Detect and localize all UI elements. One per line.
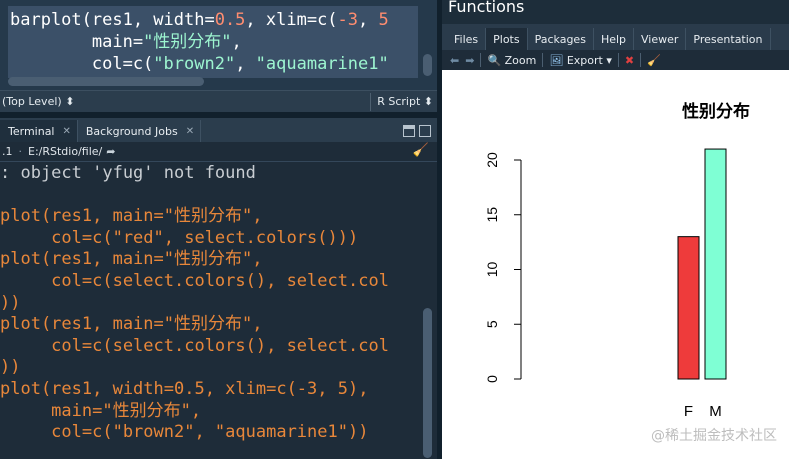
console-line: plot(res1, main="性别分布", [0,314,263,335]
goto-directory-icon[interactable]: ➦ [106,145,115,158]
editor-horizontal-scrollbar[interactable] [8,77,204,86]
file-type-selector[interactable]: R Script ⬍ [370,92,433,111]
toolbar-separator [640,53,642,67]
tab-files[interactable]: Files [447,28,487,50]
code-token: "brown2" [153,54,236,74]
watermark: @稀土掘金技术社区 [651,428,777,444]
y-tick-label: 20 [484,152,500,168]
toolbar-separator [617,53,619,67]
code-token: col=c( [10,54,154,74]
forward-arrow-icon[interactable]: ➡ [465,54,474,67]
console-line: col=c("red", select.colors())) [0,227,359,248]
r-version: .1 [2,145,13,158]
x-tick-label: M [709,403,722,420]
code-token: , [235,54,256,74]
code-token: -3 [337,10,359,30]
tab-background-jobs[interactable]: Background Jobs ✕ [78,120,202,142]
y-tick-label: 0 [484,375,500,383]
console-line: main="性别分布", [0,400,202,421]
working-directory: E:/RStdio/file/ [28,145,103,158]
dot-separator: · [18,145,23,158]
console-tabbar: Terminal ✕ Background Jobs ✕ [0,118,437,142]
code-token: barplot(res1, width= [10,10,215,30]
code-token: , [231,32,242,52]
plots-toolbar: ⬅ ➡ 🔍 Zoom 🖼 Export ▾ ✖ 🧹 [442,50,789,70]
maximize-pane-icon[interactable] [419,125,431,137]
rstudio-window: barplot(res1, width=0.5, xlim=c(-3, 5 ma… [0,0,789,459]
code-token: 5 [378,10,389,30]
file-type-label: R Script [377,95,421,108]
console-path-bar: .1 · E:/RStdio/file/ ➦ 🧹 [0,142,437,162]
console-line: plot(res1, main="性别分布", [0,206,263,227]
editor-statusbar: (Top Level) ⬍ R Script ⬍ [0,90,437,112]
zoom-label: Zoom [504,53,537,67]
console-line: plot(res1, width=0.5, xlim=c(-3, 5), [0,378,369,399]
bar-M [704,148,727,380]
plot-area: 性别分布 0 5 10 15 20 F M [442,70,789,459]
code-line[interactable]: main="性别分布", [10,31,389,53]
code-token: main= [10,32,144,52]
code-token: , xlim=c( [245,10,338,30]
code-line[interactable]: barplot(res1, width=0.5, xlim=c(-3, 5 [10,9,389,31]
close-icon[interactable]: ✕ [186,126,194,137]
code-token: "aquamarine1" [255,54,389,74]
clear-console-icon[interactable]: 🧹 [413,143,429,158]
tab-label: Background Jobs [85,124,178,138]
console-line: col=c(select.colors(), select.col [0,270,389,291]
pane-buttons [403,120,437,142]
console-line: )) [0,292,21,313]
code-token: , [358,10,379,30]
toolbar-separator [542,53,544,67]
clear-plots-icon[interactable]: 🧹 [647,54,661,67]
right-pane: Functions Files Plots Packages Help View… [442,0,789,459]
console-line: : object 'yfug' not found [0,163,256,183]
console-scrollbar[interactable] [423,308,432,458]
functions-header: Functions [442,0,789,24]
chart-title: 性别分布 [682,101,750,122]
plots-tabbar: Files Plots Packages Help Viewer Present… [442,24,789,50]
console-output[interactable]: : object 'yfug' not found plot(res1, mai… [0,163,420,459]
tab-help[interactable]: Help [594,28,635,50]
tab-packages[interactable]: Packages [528,28,594,50]
scope-label: (Top Level) [2,95,62,108]
console-line: )) [0,357,21,378]
updown-icon: ⬍ [65,95,75,108]
editor-vertical-scrollbar[interactable] [423,54,432,76]
scope-selector[interactable]: (Top Level) ⬍ [2,95,74,108]
tab-label: Terminal [8,124,55,138]
updown-icon: ⬍ [423,95,433,108]
y-tick-label: 15 [484,207,500,223]
export-button[interactable]: 🖼 Export ▾ [549,54,612,67]
dropdown-icon: ▾ [606,53,612,67]
bar-F [677,236,700,380]
tab-terminal[interactable]: Terminal ✕ [0,120,78,142]
barplot-chart: 性别分布 0 5 10 15 20 F M [484,101,750,420]
minimize-pane-icon[interactable] [403,125,415,137]
remove-plot-icon[interactable]: ✖ [625,54,634,67]
back-arrow-icon[interactable]: ⬅ [450,54,459,67]
tab-presentation[interactable]: Presentation [686,28,771,50]
export-label: Export [566,53,603,67]
code-token: 0.5 [214,10,246,30]
toolbar-separator [480,53,482,67]
close-icon[interactable]: ✕ [63,126,71,137]
console-line: col=c(select.colors(), select.col [0,335,389,356]
y-tick-label: 10 [484,262,500,278]
y-tick-label: 5 [484,320,500,328]
code-line[interactable]: col=c("brown2", "aquamarine1" [10,53,389,75]
zoom-button[interactable]: 🔍 Zoom [487,54,536,67]
code-token: "性别分布" [143,32,232,52]
left-column: barplot(res1, width=0.5, xlim=c(-3, 5 ma… [0,0,437,459]
tab-viewer[interactable]: Viewer [634,28,687,50]
tab-plots[interactable]: Plots [486,28,528,50]
source-editor[interactable]: barplot(res1, width=0.5, xlim=c(-3, 5 ma… [0,0,437,90]
console-line: col=c("brown2", "aquamarine1")) [0,422,369,443]
code-lines[interactable]: barplot(res1, width=0.5, xlim=c(-3, 5 ma… [10,9,389,75]
zoom-icon: 🔍 [487,53,502,67]
x-tick-label: F [684,403,693,420]
console-line: plot(res1, main="性别分布", [0,249,263,270]
export-icon: 🖼 [549,53,564,67]
